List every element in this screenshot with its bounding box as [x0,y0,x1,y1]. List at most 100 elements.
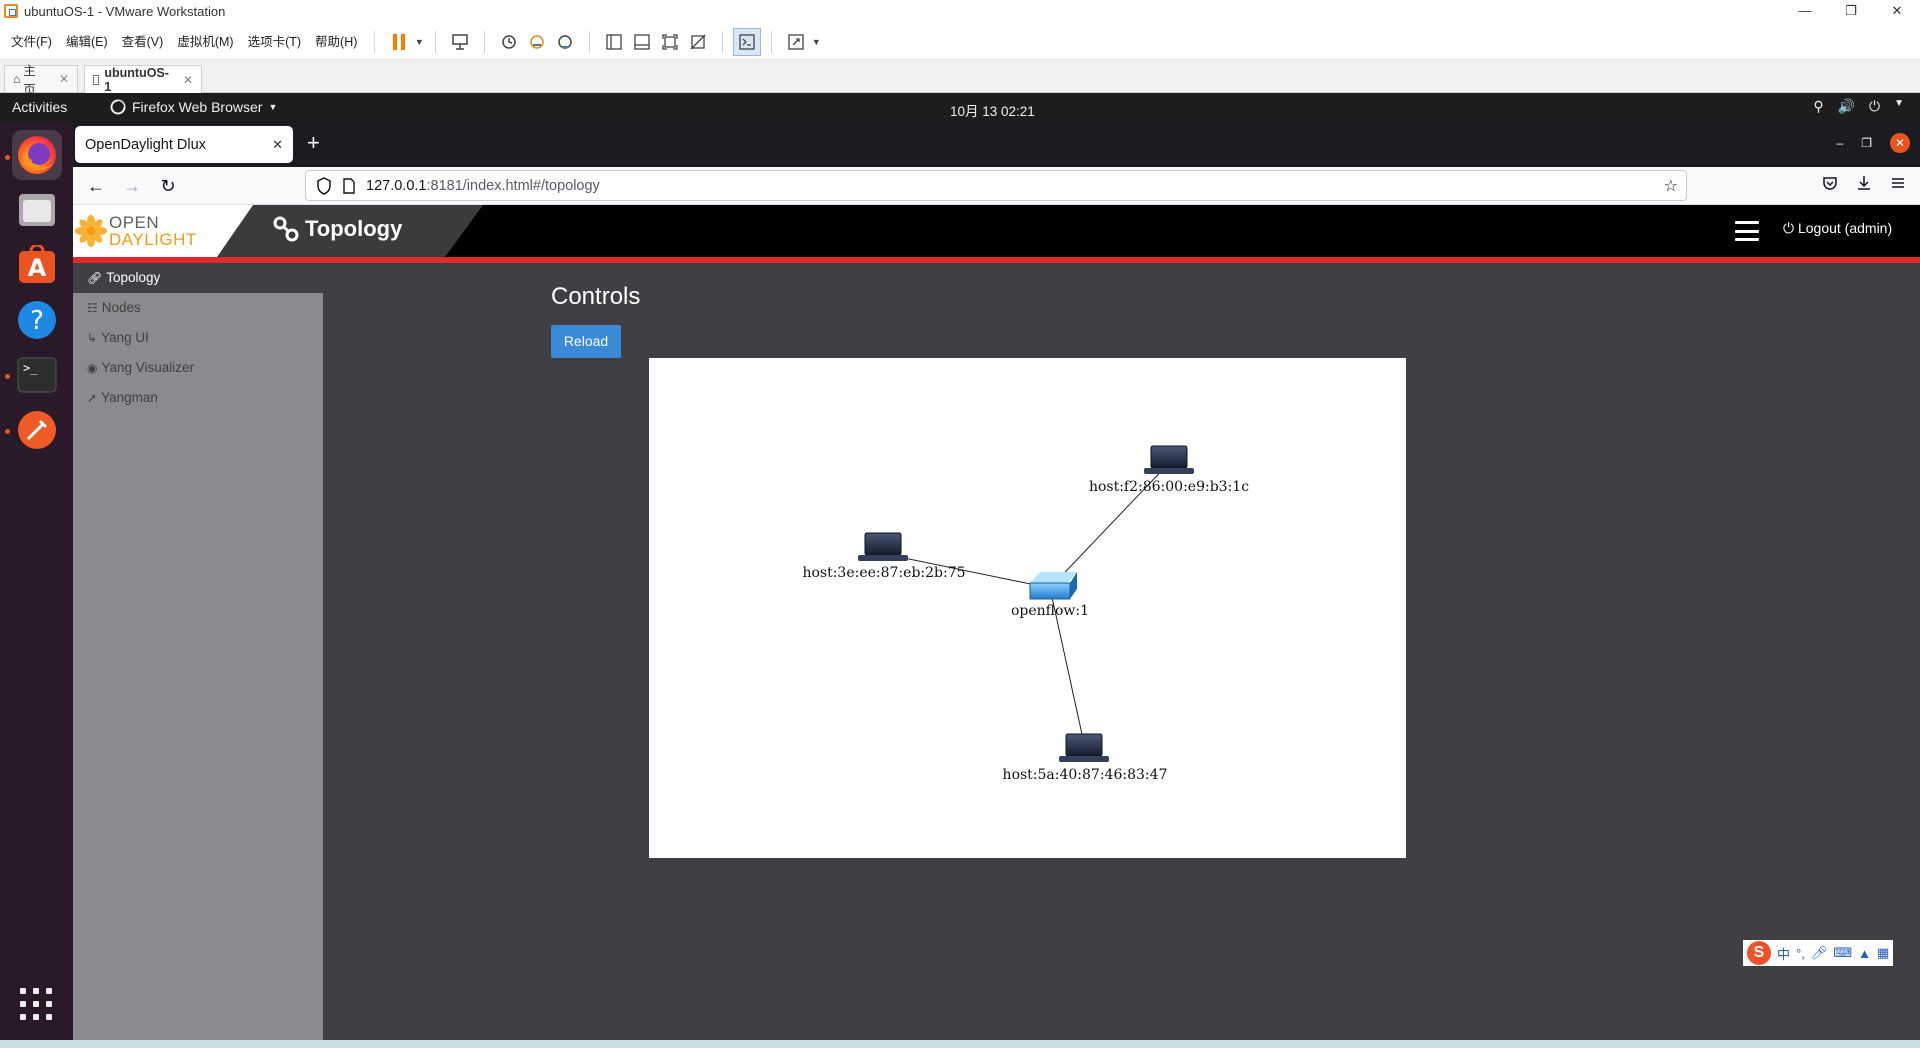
toolbar-right-icons [1822,175,1906,196]
downloads-icon[interactable] [1856,175,1872,196]
toolbar-separator [722,30,724,53]
sidebar-item-yang-visualizer[interactable]: ◉ Yang Visualizer [73,353,323,383]
sidebar-item-label: Yangman [101,390,158,405]
system-tray[interactable]: ⚲ 🔊 ⏻ ▼ [1813,98,1904,115]
rocket-icon: ➚ [87,391,98,405]
sidebar-item-yangman[interactable]: ➚ Yangman [73,383,323,413]
reload-button[interactable]: Reload [551,325,621,358]
app-menu[interactable]: Firefox Web Browser ▼ [110,99,277,115]
fullscreen-button[interactable] [656,28,684,56]
toolbox-icon[interactable]: ▦ [1877,945,1889,961]
sogou-icon[interactable]: S [1747,941,1771,965]
close-window-icon[interactable]: ✕ [1890,133,1910,153]
host-label: host:f2:86:00:e9:b3:1c [1089,479,1249,495]
microphone-icon[interactable]: 🎤︎ [1811,945,1828,961]
tab-ubuntuos-1[interactable]: ubuntuOS-1 ✕ [84,65,202,94]
snapshot-manager-button[interactable] [551,28,579,56]
logout-label: Logout (admin) [1797,220,1893,236]
host-node[interactable]: host:3e:ee:87:eb:2b:75 [802,532,966,581]
topology-canvas[interactable]: host:f2:86:00:e9:b3:1c host:3e:ee:87:eb:… [649,358,1406,858]
forward-icon[interactable]: → [121,175,143,197]
menu-file[interactable]: 文件(F) [0,28,59,56]
menu-vm[interactable]: 虚拟机(M) [170,28,240,56]
unity-mode-button[interactable] [684,28,712,56]
browser-tab[interactable]: OpenDaylight Dlux ✕ [75,126,293,163]
topology-graph[interactable]: host:f2:86:00:e9:b3:1c host:3e:ee:87:eb:… [649,358,1406,858]
clock[interactable]: 10月 13 02:21 [950,100,1035,120]
page-title-text: Topology [305,216,403,241]
menu-help[interactable]: 帮助(H) [308,28,364,56]
host-taskbar-strip [0,1040,1920,1048]
vmware-logo-icon [4,4,18,18]
pause-button[interactable] [385,28,413,56]
vm-tab-icon [93,74,100,85]
stretch-button[interactable] [782,28,810,56]
back-icon[interactable]: ← [85,175,107,197]
sidebar-item-nodes[interactable]: ☷ Nodes [73,293,323,323]
logo-wordmark: OPEN DAYLIGHT [109,214,197,248]
menu-view[interactable]: 查看(V) [115,28,171,56]
menu-tabs[interactable]: 选项卡(T) [241,28,308,56]
host-node[interactable]: host:f2:86:00:e9:b3:1c [1089,445,1249,495]
show-thumbnail-button[interactable] [628,28,656,56]
nav-toggle-hamburger-icon[interactable] [1735,221,1759,241]
show-library-button[interactable] [600,28,628,56]
firefox-tabbar: OpenDaylight Dlux ✕ + – ❐ ✕ [73,122,1920,167]
sitemap-icon: ☷ [87,301,98,315]
ime-language[interactable]: 中 [1777,944,1790,963]
close-tab-icon[interactable]: ✕ [183,73,193,87]
minimize-icon[interactable]: – [1837,136,1844,150]
minimize-icon[interactable]: — [1782,0,1828,24]
close-icon[interactable]: ✕ [1874,0,1920,24]
toolbar-separator [771,30,773,53]
dock-files[interactable] [12,185,62,235]
topology-link-icon [273,216,299,242]
pocket-icon[interactable] [1822,175,1838,196]
terminal-icon [739,33,756,50]
menu-edit[interactable]: 编辑(E) [59,28,115,56]
show-applications-icon[interactable] [20,988,52,1020]
close-tab-icon[interactable]: ✕ [272,137,283,153]
menu-hamburger-icon[interactable] [1890,175,1906,196]
ubuntu-dock: A ? >_ [0,122,73,1040]
stretch-dropdown-caret[interactable]: ▼ [810,37,822,47]
pause-dropdown-caret[interactable]: ▼ [413,37,425,47]
revert-snapshot-button[interactable] [523,28,551,56]
svg-text:>_: >_ [23,361,38,375]
page-icon [343,178,355,194]
snapshot-button[interactable] [495,28,523,56]
keyboard-icon[interactable]: ⌨ [1833,945,1852,961]
ime-toolbar[interactable]: S 中 °, 🎤︎ ⌨ ▲ ▦ [1743,940,1894,966]
punctuation-icon[interactable]: °, [1796,946,1805,961]
dock-help[interactable]: ? [12,295,62,345]
sidebar-item-yang-ui[interactable]: ↳ Yang UI [73,323,323,353]
toolbar-separator [374,30,376,53]
bookmark-star-icon[interactable]: ☆ [1664,176,1678,196]
maximize-icon[interactable]: ❐ [1861,136,1872,150]
console-view-button[interactable] [733,27,762,56]
dock-postman[interactable] [12,405,62,455]
window-title: ubuntuOS-1 - VMware Workstation [24,4,226,19]
library-panel-icon [606,33,623,50]
skin-icon[interactable]: ▲ [1858,946,1871,961]
switch-node[interactable]: openflow:1 [1011,572,1089,619]
tab-home[interactable]: ⌂ 主页 ✕ [4,64,78,97]
vmware-tabbar: ⌂ 主页 ✕ ubuntuOS-1 ✕ [0,60,1920,97]
close-tab-icon[interactable]: ✕ [59,72,69,86]
new-tab-icon[interactable]: + [307,130,320,156]
sidebar-item-topology[interactable]: 🔗︎ Topology [73,263,323,293]
dock-firefox[interactable] [12,130,62,180]
dock-software[interactable]: A [12,240,62,290]
activities-button[interactable]: Activities [12,99,67,115]
host-node[interactable]: host:5a:40:87:46:83:47 [1003,733,1168,783]
reload-page-icon[interactable]: ↻ [157,175,179,197]
level-down-icon: ↳ [87,331,98,345]
dock-terminal[interactable]: >_ [12,350,62,400]
logout-link[interactable]: ⏻ Logout (admin) [1783,220,1892,237]
page-title: Topology [273,216,402,242]
restore-icon[interactable]: ❐ [1828,0,1874,24]
url-bar[interactable]: 127.0.0.1:8181/index.html#/topology ☆ [305,170,1687,201]
host-label: host:5a:40:87:46:83:47 [1003,767,1168,783]
send-ctrl-alt-del-button[interactable] [446,28,474,56]
gnome-top-bar: Activities Firefox Web Browser ▼ 10月 13 … [0,93,1920,122]
